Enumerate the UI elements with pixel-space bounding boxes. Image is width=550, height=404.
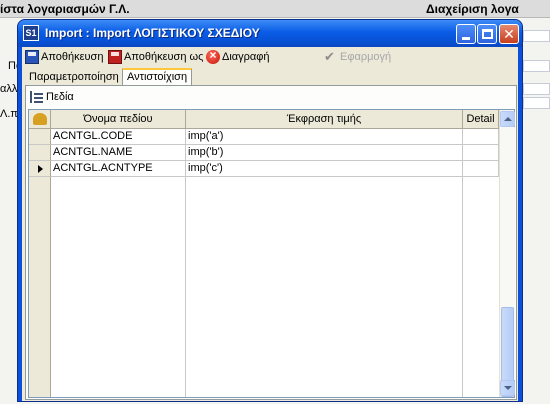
background-field[interactable] <box>523 30 550 42</box>
import-dialog: S1 Import : Import ΛΟΓΙΣΤΙΚΟΥ ΣΧΕΔΙΟΥ ✕ … <box>18 20 522 401</box>
detail-cell[interactable] <box>463 161 499 177</box>
arrow-up-icon <box>504 117 512 121</box>
floppy-disk-icon <box>25 50 39 64</box>
background-field[interactable] <box>523 97 550 109</box>
column-divider <box>462 129 463 397</box>
table-row[interactable]: ACNTGL.CODE imp('a') <box>29 129 499 145</box>
scroll-track[interactable] <box>500 127 515 397</box>
app-icon: S1 <box>23 25 39 41</box>
row-indicator-column <box>29 177 51 397</box>
background-label-2: αλλ <box>0 83 18 95</box>
window-title: Import : Import ΛΟΓΙΣΤΙΚΟΥ ΣΧΕΔΙΟΥ <box>45 26 260 40</box>
scroll-up-button[interactable] <box>500 111 515 127</box>
save-as-label: Αποθήκευση ως <box>124 51 204 63</box>
field-name-cell[interactable]: ACNTGL.CODE <box>51 129 186 145</box>
row-indicator[interactable] <box>29 161 51 177</box>
maximize-button[interactable] <box>477 24 497 44</box>
scroll-down-button[interactable] <box>500 380 515 396</box>
close-button[interactable]: ✕ <box>499 24 519 44</box>
row-indicator[interactable] <box>29 145 51 161</box>
mapping-panel: Πεδία Όνομα πεδίου Έκφραση τιμής Detail … <box>25 85 517 400</box>
background-section-title: Διαχείριση λογα <box>426 2 519 16</box>
column-header-detail[interactable]: Detail <box>463 110 499 129</box>
column-divider <box>185 129 186 397</box>
delete-icon <box>206 48 220 64</box>
save-label: Αποθήκευση <box>41 51 104 63</box>
grid-corner[interactable] <box>29 110 51 129</box>
background-field[interactable] <box>523 60 550 72</box>
table-row[interactable]: ACNTGL.NAME imp('b') <box>29 145 499 161</box>
expression-cell[interactable]: imp('b') <box>186 145 463 161</box>
fields-tree-icon <box>30 91 44 103</box>
mapping-grid[interactable]: Όνομα πεδίου Έκφραση τιμής Detail ACNTGL… <box>28 109 515 398</box>
fields-label: Πεδία <box>46 91 74 103</box>
field-name-cell[interactable]: ACNTGL.NAME <box>51 145 186 161</box>
grid-options-icon <box>33 113 47 125</box>
minimize-button[interactable] <box>456 24 476 44</box>
apply-label: Εφαρμογή <box>340 51 392 63</box>
delete-button[interactable]: Διαγραφή <box>206 48 270 65</box>
field-name-cell[interactable]: ACNTGL.ACNTYPE <box>51 161 186 177</box>
tab-strip: Παραμετροποίηση Αντιστοίχιση <box>22 68 518 86</box>
apply-button[interactable]: ✔ Εφαρμογή <box>324 49 391 65</box>
expression-cell[interactable]: imp('a') <box>186 129 463 145</box>
background-field[interactable] <box>523 83 550 95</box>
column-header-field-name[interactable]: Όνομα πεδίου <box>51 110 186 129</box>
title-bar[interactable]: S1 Import : Import ΛΟΓΙΣΤΙΚΟΥ ΣΧΕΔΙΟΥ ✕ <box>18 20 522 47</box>
vertical-scrollbar[interactable] <box>499 110 515 397</box>
row-indicator[interactable] <box>29 129 51 145</box>
dialog-client-area: Αποθήκευση Αποθήκευση ως Διαγραφή ✔ Εφαρ… <box>22 47 518 401</box>
toolbar: Αποθήκευση Αποθήκευση ως Διαγραφή ✔ Εφαρ… <box>22 47 518 67</box>
background-header: ίστα λογαριασμών Γ.Λ. Διαχείριση λογα <box>0 0 550 18</box>
checkmark-icon: ✔ <box>324 49 335 64</box>
detail-cell[interactable] <box>463 129 499 145</box>
column-header-value-expression[interactable]: Έκφραση τιμής <box>186 110 463 129</box>
close-icon: ✕ <box>503 26 515 42</box>
save-as-button[interactable]: Αποθήκευση ως <box>108 49 203 65</box>
floppy-disk-red-icon <box>108 50 122 64</box>
detail-cell[interactable] <box>463 145 499 161</box>
delete-label: Διαγραφή <box>222 51 270 63</box>
fields-button[interactable]: Πεδία <box>30 89 74 105</box>
background-title: ίστα λογαριασμών Γ.Λ. <box>0 2 130 16</box>
current-row-arrow-icon <box>38 165 43 173</box>
tab-mapping[interactable]: Αντιστοίχιση <box>122 68 193 86</box>
save-button[interactable]: Αποθήκευση <box>25 49 103 65</box>
maximize-icon <box>482 29 493 39</box>
arrow-down-icon <box>504 386 512 390</box>
expression-cell[interactable]: imp('c') <box>186 161 463 177</box>
table-row-current[interactable]: ACNTGL.ACNTYPE imp('c') <box>29 161 499 177</box>
minimize-icon <box>462 37 470 40</box>
tab-parameterization[interactable]: Παραμετροποίηση <box>25 70 123 86</box>
